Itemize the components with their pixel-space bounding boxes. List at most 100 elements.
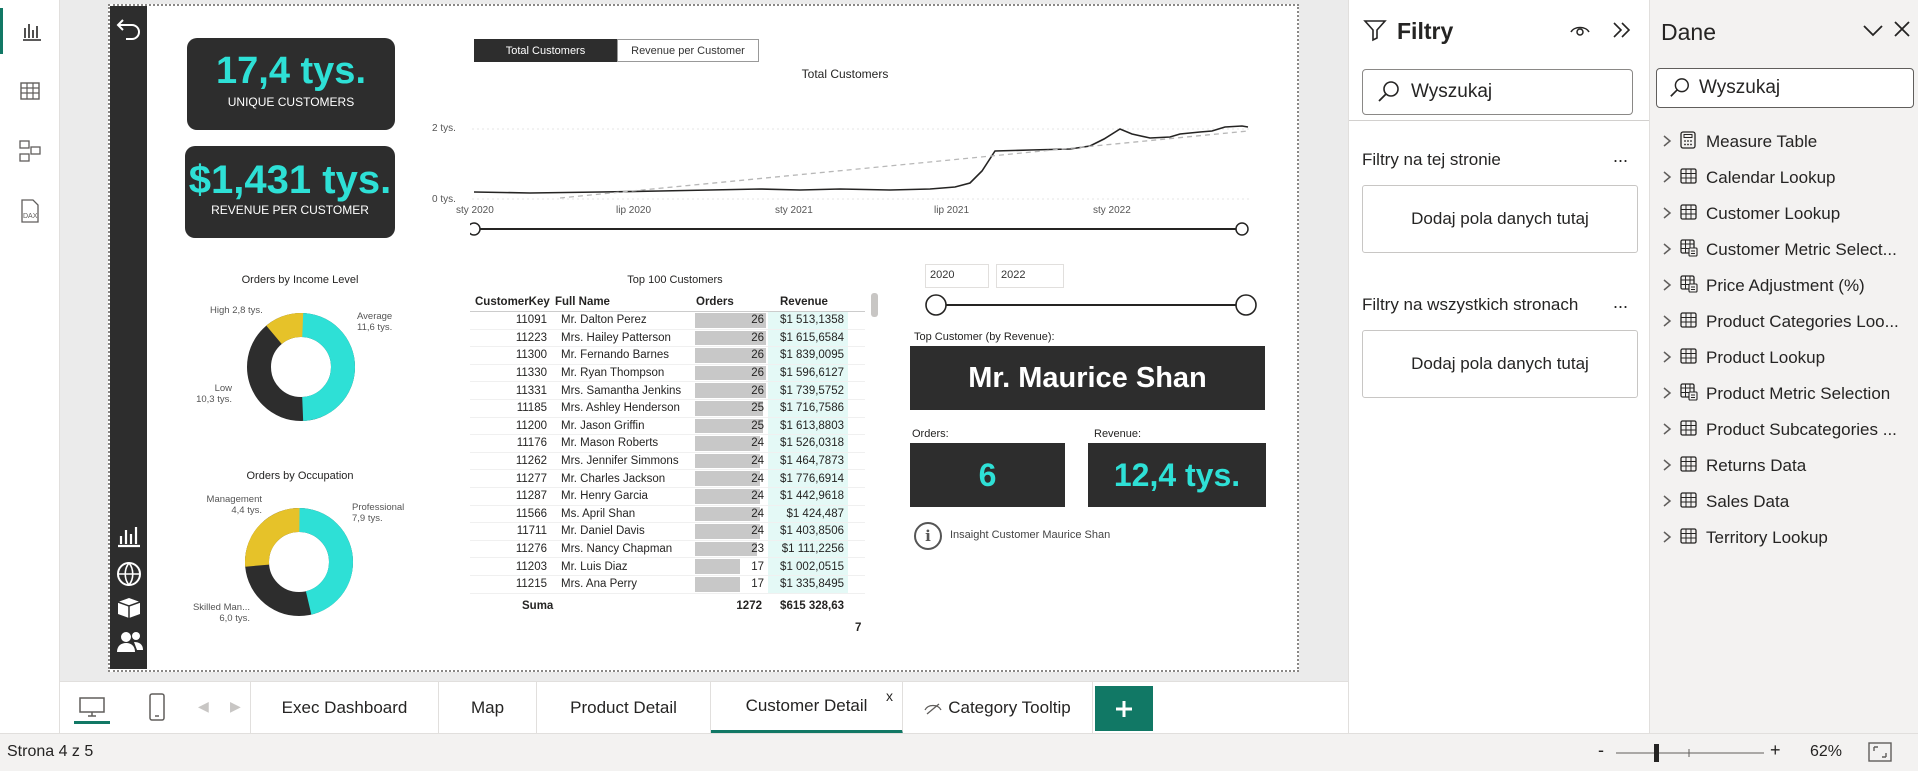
- table-row[interactable]: 11331 Mrs. Samantha Jenkins 26 $1 739,5752: [470, 382, 865, 400]
- date-range-slider-start-handle[interactable]: [470, 222, 481, 236]
- cell-orders: 23: [693, 541, 768, 558]
- chevron-right-icon[interactable]: [1662, 458, 1680, 475]
- chevron-down-icon[interactable]: [1862, 22, 1884, 43]
- income-label-average-value: 11,6 tys.: [357, 322, 393, 333]
- data-table-item[interactable]: Product Metric Selection: [1662, 376, 1912, 412]
- zoom-slider-thumb[interactable]: [1654, 744, 1659, 762]
- table-row[interactable]: 11185 Mrs. Ashley Henderson 25 $1 716,7586: [470, 399, 865, 418]
- data-search-box[interactable]: Wyszukaj: [1656, 68, 1914, 108]
- chevron-right-icon[interactable]: [1662, 314, 1680, 331]
- cell-fullname: Ms. April Shan: [561, 507, 636, 520]
- cell-customerkey: 11091: [515, 314, 547, 327]
- table-view-icon[interactable]: [0, 68, 60, 114]
- data-table-item[interactable]: Customer Lookup: [1662, 196, 1912, 232]
- table-row[interactable]: 11287 Mr. Henry Garcia 24 $1 442,9618: [470, 487, 865, 506]
- data-table-item[interactable]: Customer Metric Select...: [1662, 232, 1912, 268]
- dax-query-view-icon[interactable]: DAX: [0, 188, 60, 234]
- data-table-item[interactable]: Territory Lookup: [1662, 520, 1912, 556]
- year-slider[interactable]: [920, 292, 1260, 318]
- scroll-tabs-left-icon[interactable]: ◀: [198, 698, 209, 715]
- orders-label: Orders:: [912, 428, 949, 440]
- data-table-item[interactable]: Measure Table: [1662, 124, 1912, 160]
- desktop-layout-icon[interactable]: [74, 692, 110, 724]
- tab-category-tooltip[interactable]: Category Tooltip: [903, 682, 1093, 734]
- header-customerkey[interactable]: CustomerKey: [470, 296, 555, 308]
- data-table-item[interactable]: Returns Data: [1662, 448, 1912, 484]
- table-row[interactable]: 11276 Mrs. Nancy Chapman 23 $1 111,2256: [470, 540, 865, 559]
- date-range-slider-end-handle[interactable]: [1235, 222, 1249, 236]
- chevron-right-icon[interactable]: [1662, 530, 1680, 547]
- data-table-item[interactable]: Product Categories Loo...: [1662, 304, 1912, 340]
- filters-this-page-more-button[interactable]: ...: [1613, 146, 1628, 167]
- toggle-total-customers-button[interactable]: Total Customers: [474, 39, 617, 62]
- year-slider-start-handle[interactable]: [925, 294, 947, 316]
- customers-nav-icon[interactable]: [116, 630, 144, 659]
- filters-search-box[interactable]: Wyszukaj: [1362, 69, 1633, 115]
- mobile-layout-icon[interactable]: [148, 692, 166, 727]
- chevron-right-icon[interactable]: [1662, 350, 1680, 367]
- data-table-item[interactable]: Product Subcategories ...: [1662, 412, 1912, 448]
- tab-exec-dashboard[interactable]: Exec Dashboard: [251, 682, 439, 734]
- chevron-right-icon[interactable]: [1662, 206, 1680, 223]
- kpi-revenue-per-customer: $1,431 tys. REVENUE PER CUSTOMER: [185, 146, 395, 238]
- add-page-button[interactable]: [1095, 686, 1153, 731]
- filters-this-page-drop-zone[interactable]: Dodaj pola danych tutaj: [1362, 185, 1638, 253]
- tab-close-button[interactable]: x: [886, 688, 893, 704]
- data-table-item[interactable]: Product Lookup: [1662, 340, 1912, 376]
- insight-text[interactable]: Insaight Customer Maurice Shan: [950, 529, 1110, 541]
- chevron-right-icon[interactable]: [1662, 134, 1680, 151]
- table-row[interactable]: 11200 Mr. Jason Griffin 25 $1 613,8803: [470, 417, 865, 436]
- collapse-pane-icon[interactable]: [1611, 20, 1633, 45]
- header-fullname[interactable]: Full Name: [555, 296, 693, 308]
- zoom-in-button[interactable]: +: [1770, 740, 1781, 761]
- table-row[interactable]: 11091 Mr. Dalton Perez 26 $1 513,1358: [470, 312, 865, 330]
- table-row[interactable]: 11223 Mrs. Hailey Patterson 26 $1 615,6584: [470, 329, 865, 348]
- table-scrollbar[interactable]: [871, 293, 878, 317]
- data-table-item[interactable]: Calendar Lookup: [1662, 160, 1912, 196]
- occupation-label-management: Management 4,4 tys.: [198, 494, 262, 516]
- table-row[interactable]: 11262 Mrs. Jennifer Simmons 24 $1 464,7873: [470, 452, 865, 471]
- tab-customer-detail[interactable]: Customer Detail: [711, 682, 903, 734]
- globe-nav-icon[interactable]: [116, 561, 142, 592]
- model-view-icon[interactable]: [0, 128, 60, 174]
- year-to-input[interactable]: 2022: [996, 264, 1064, 288]
- table-row[interactable]: 11300 Mr. Fernando Barnes 26 $1 839,0095: [470, 347, 865, 365]
- table-row[interactable]: 11215 Mrs. Ana Perry 17 $1 335,8495: [470, 575, 865, 594]
- bar-chart-nav-icon[interactable]: [116, 524, 142, 553]
- back-arrow-icon[interactable]: [115, 14, 143, 47]
- year-from-input[interactable]: 2020: [925, 264, 989, 288]
- toggle-revenue-per-customer-button[interactable]: Revenue per Customer: [617, 39, 759, 62]
- header-orders[interactable]: Orders: [693, 292, 768, 311]
- chevron-right-icon[interactable]: [1662, 386, 1680, 403]
- data-table-item[interactable]: Sales Data: [1662, 484, 1912, 520]
- zoom-out-button[interactable]: -: [1598, 740, 1604, 761]
- close-icon[interactable]: [1893, 20, 1911, 43]
- product-box-nav-icon[interactable]: [116, 596, 142, 623]
- header-revenue[interactable]: Revenue: [768, 292, 848, 311]
- data-table-item[interactable]: Price Adjustment (%): [1662, 268, 1912, 304]
- chevron-right-icon[interactable]: [1662, 494, 1680, 511]
- zoom-level[interactable]: 62%: [1810, 743, 1842, 761]
- year-slider-end-handle[interactable]: [1235, 294, 1257, 316]
- filters-all-pages-drop-zone[interactable]: Dodaj pola danych tutaj: [1362, 330, 1638, 398]
- chevron-right-icon[interactable]: [1662, 278, 1680, 295]
- cell-revenue: $1 739,5752: [768, 382, 848, 399]
- eye-icon[interactable]: [1569, 20, 1591, 45]
- chevron-right-icon[interactable]: [1662, 242, 1680, 259]
- table-row[interactable]: 11176 Mr. Mason Roberts 24 $1 526,0318: [470, 435, 865, 453]
- table-row[interactable]: 11277 Mr. Charles Jackson 24 $1 776,6914: [470, 470, 865, 488]
- tab-product-detail[interactable]: Product Detail: [537, 682, 711, 734]
- info-icon[interactable]: i: [914, 522, 942, 550]
- table-row[interactable]: 11711 Mr. Daniel Davis 24 $1 403,8506: [470, 523, 865, 541]
- table-row[interactable]: 11330 Mr. Ryan Thompson 26 $1 596,6127: [470, 364, 865, 383]
- tab-map[interactable]: Map: [439, 682, 537, 734]
- table-row[interactable]: 11566 Ms. April Shan 24 $1 424,487: [470, 505, 865, 524]
- filters-all-pages-more-button[interactable]: ...: [1613, 292, 1628, 313]
- scroll-tabs-right-icon[interactable]: ▶: [230, 698, 241, 715]
- chevron-right-icon[interactable]: [1662, 422, 1680, 439]
- fit-to-page-icon[interactable]: [1868, 742, 1892, 767]
- zoom-slider[interactable]: [1614, 742, 1766, 764]
- table-row[interactable]: 11203 Mr. Luis Diaz 17 $1 002,0515: [470, 558, 865, 576]
- chevron-right-icon[interactable]: [1662, 170, 1680, 187]
- report-view-icon[interactable]: [0, 8, 60, 54]
